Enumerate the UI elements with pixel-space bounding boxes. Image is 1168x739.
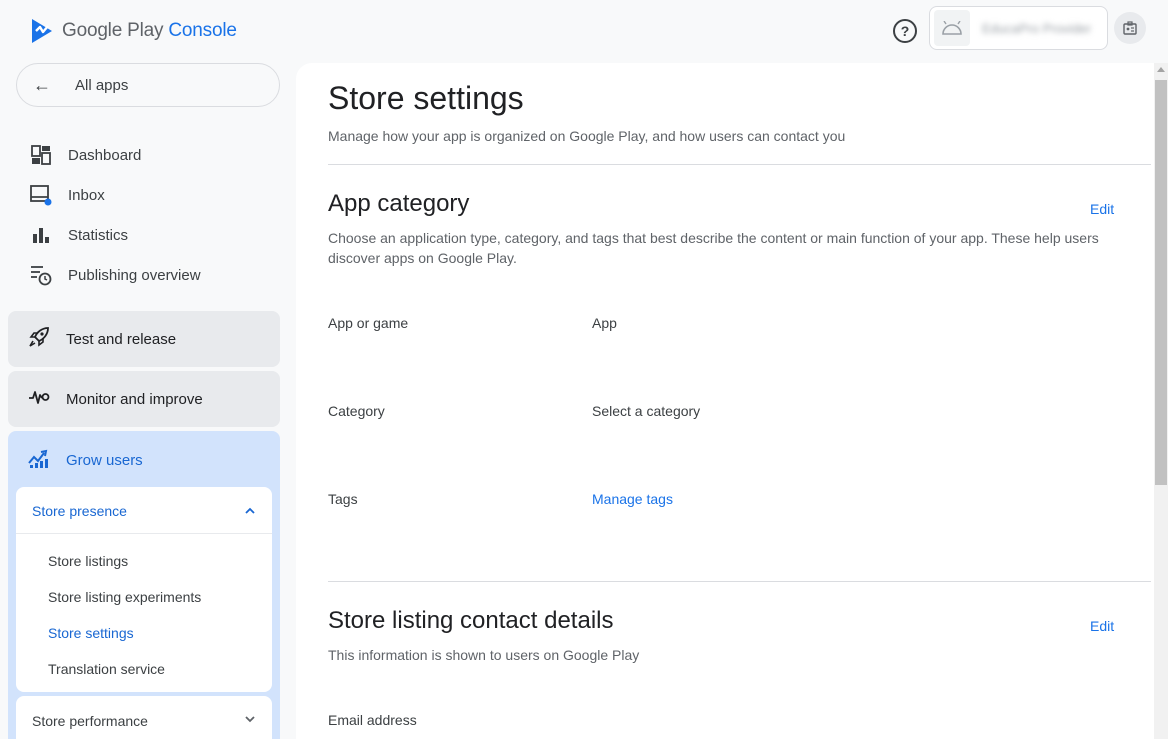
account-switch-icon[interactable] <box>1114 12 1146 44</box>
contact-details-description: This information is shown to users on Go… <box>328 647 640 663</box>
category-label: Category <box>328 403 385 419</box>
section-label: Test and release <box>66 330 177 348</box>
section-label: Grow users <box>66 452 143 469</box>
email-address-label: Email address <box>328 712 417 728</box>
app-or-game-label: App or game <box>328 315 409 331</box>
inbox-icon <box>30 184 52 206</box>
contact-details-edit-link[interactable]: Edit <box>1090 618 1114 634</box>
contact-details-title: Store listing contact details <box>328 607 614 634</box>
all-apps-button[interactable]: ← All apps <box>16 63 280 107</box>
app-or-game-value: App <box>592 315 617 331</box>
grow-icon <box>28 447 50 474</box>
sidebar-item-inbox[interactable]: Inbox <box>30 183 105 207</box>
android-icon <box>934 10 970 46</box>
store-presence-header[interactable]: Store presence <box>32 503 127 519</box>
page-subtitle: Manage how your app is organized on Goog… <box>328 128 846 144</box>
rocket-icon <box>28 326 50 353</box>
sidebar-subitem-store-settings[interactable]: Store settings <box>48 625 134 641</box>
sidebar-item-label: Dashboard <box>68 146 142 164</box>
divider <box>328 581 1151 582</box>
play-console-logo-icon <box>32 19 52 43</box>
account-selector[interactable]: EducaPro Provider <box>929 6 1108 50</box>
logo-text: Google Play Console <box>62 20 237 42</box>
help-icon[interactable]: ? <box>893 19 917 43</box>
logo-text-console: Console <box>168 20 237 41</box>
divider <box>328 164 1151 165</box>
tags-label: Tags <box>328 491 358 507</box>
sidebar-item-dashboard[interactable]: Dashboard <box>30 143 141 167</box>
back-arrow-icon: ← <box>33 74 51 95</box>
logo-text-google-play: Google Play <box>62 20 164 41</box>
chevron-up-icon[interactable] <box>244 501 256 517</box>
app-category-edit-link[interactable]: Edit <box>1090 201 1114 217</box>
google-play-console-logo[interactable]: Google Play Console <box>30 18 237 44</box>
sidebar-section-test-and-release[interactable]: Test and release <box>8 311 280 367</box>
all-apps-label: All apps <box>75 76 129 94</box>
app-category-title: App category <box>328 190 470 217</box>
sidebar-item-label: Statistics <box>68 226 129 244</box>
sidebar-subitem-translation-service[interactable]: Translation service <box>48 661 165 677</box>
sidebar-item-label: Publishing overview <box>68 266 201 284</box>
store-performance-card[interactable]: Store performance <box>16 696 272 739</box>
sidebar-subitem-store-listing-experiments[interactable]: Store listing experiments <box>48 589 201 605</box>
sidebar-item-publishing-overview[interactable]: Publishing overview <box>30 263 201 287</box>
section-label: Monitor and improve <box>66 390 203 408</box>
divider <box>16 533 272 534</box>
dashboard-icon <box>30 144 52 166</box>
account-name: EducaPro Provider <box>982 20 1092 36</box>
vitals-icon <box>28 386 50 413</box>
manage-tags-link[interactable]: Manage tags <box>592 491 673 507</box>
chevron-down-icon <box>244 710 256 726</box>
scrollbar-thumb[interactable] <box>1155 80 1167 485</box>
app-category-description: Choose an application type, category, an… <box>328 230 1099 266</box>
sidebar-section-monitor-and-improve[interactable]: Monitor and improve <box>8 371 280 427</box>
bar-chart-icon <box>30 224 52 246</box>
sidebar-subitem-store-listings[interactable]: Store listings <box>48 553 128 569</box>
store-performance-header: Store performance <box>32 713 148 729</box>
category-value: Select a category <box>592 403 701 419</box>
sidebar-section-grow-users[interactable]: Grow users <box>28 447 143 474</box>
sidebar-item-label: Inbox <box>68 186 105 204</box>
sidebar-item-statistics[interactable]: Statistics <box>30 223 128 247</box>
page-title: Store settings <box>328 80 524 116</box>
publishing-icon <box>30 264 52 286</box>
scroll-up-arrow-icon[interactable] <box>1157 67 1165 72</box>
